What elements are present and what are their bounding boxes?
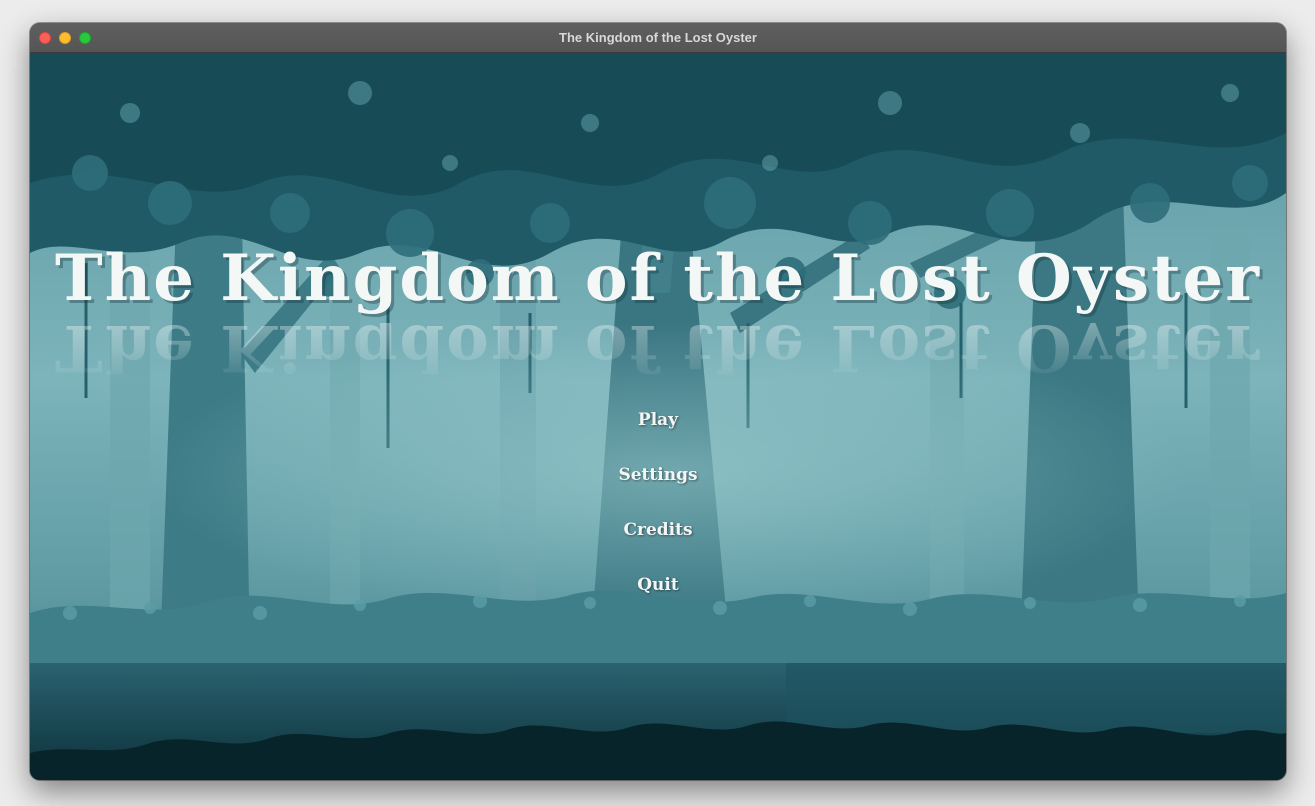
- window-title: The Kingdom of the Lost Oyster: [559, 30, 757, 45]
- main-menu: Play Settings Credits Quit: [30, 405, 1286, 625]
- game-title-reflection: The Kingdom of the Lost Oyster: [55, 323, 1261, 385]
- game-title: The Kingdom of the Lost Oyster: [55, 241, 1261, 316]
- play-button[interactable]: Play: [578, 405, 738, 460]
- app-window: The Kingdom of the Lost Oyster The Kingd…: [30, 23, 1286, 780]
- game-canvas[interactable]: The Kingdom of the Lost Oyster The Kingd…: [30, 53, 1286, 780]
- credits-button[interactable]: Credits: [578, 515, 738, 570]
- title-bar: The Kingdom of the Lost Oyster: [30, 23, 1286, 53]
- quit-button[interactable]: Quit: [578, 570, 738, 625]
- settings-button[interactable]: Settings: [578, 460, 738, 515]
